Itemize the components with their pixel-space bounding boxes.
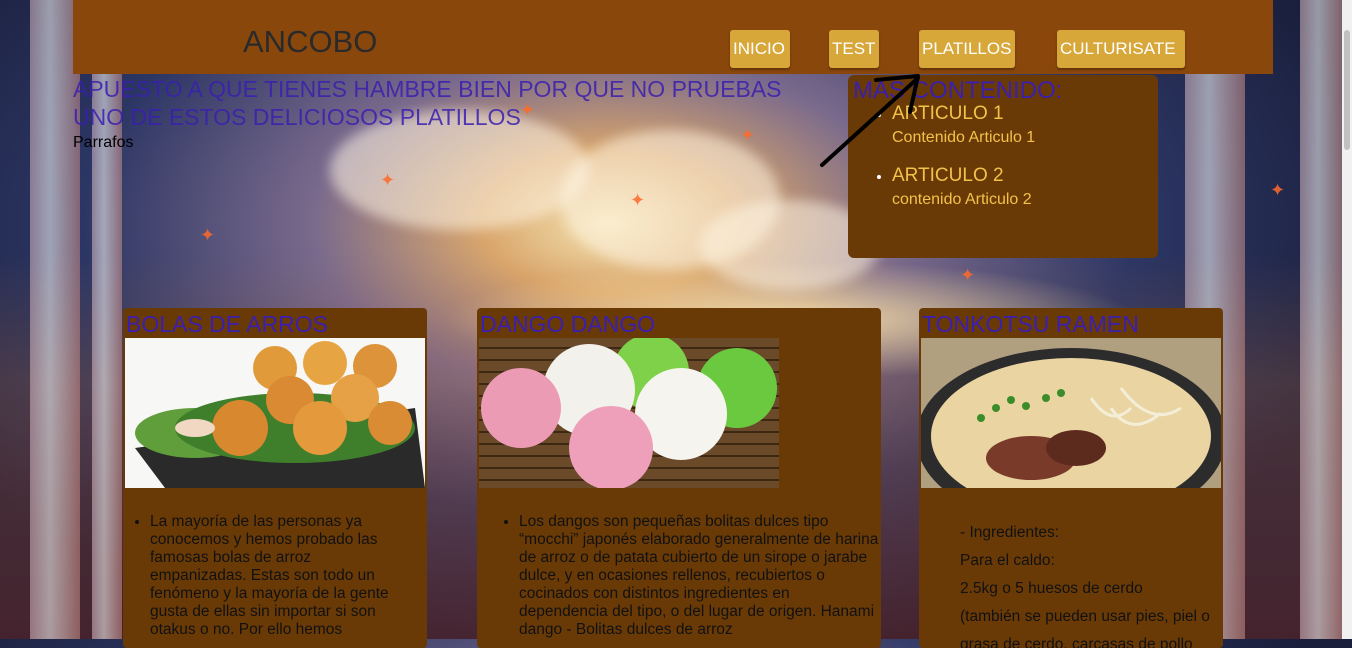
card-description: Los dangos son pequeñas bolitas dulces t… [497,513,879,639]
maple-leaf-icon: ✦ [960,265,976,285]
article-2-body: contenido Articulo 2 [892,191,1032,208]
maple-leaf-icon: ✦ [1270,180,1286,200]
list-item: La mayoría de las personas ya conocemos … [150,513,408,639]
nav-test-button[interactable]: TEST [829,30,879,68]
list-item: grasa de cerdo, carcasas de pollo [960,636,1193,648]
ingredients-heading: - Ingredientes: [960,524,1060,541]
maple-leaf-icon: ✦ [380,170,396,190]
dish-card-dango: DANGO DANGO Los dangos son pequeñas boli… [477,308,881,648]
ramen-image [921,338,1221,488]
page-subtitle: Parrafos [73,134,134,151]
card-description: - Ingredientes: Para el caldo: 2.5kg o 5… [960,519,1222,648]
nav-inicio-button[interactable]: INICIO [730,30,790,68]
dish-card-bolas: BOLAS DE ARROS La mayoría de las persona… [123,308,427,648]
maple-leaf-icon: ✦ [630,190,646,210]
list-item: 2.5kg o 5 huesos de cerdo [960,580,1143,597]
card-title: TONKOTSU RAMEN [922,311,1139,337]
card-title: BOLAS DE ARROS [126,311,328,337]
page-scrollbar[interactable] [1342,0,1352,639]
list-item: ARTICULO 2 contenido Articulo 2 [892,165,1035,209]
dish-card-ramen: TONKOTSU RAMEN - Ingredientes: Para el c… [919,308,1223,648]
list-item: (también se pueden usar pies, piel o [960,608,1210,625]
arrow-icon [820,74,920,167]
scrollbar-thumb[interactable] [1344,30,1350,150]
nav-culturisate-button[interactable]: CULTURISATE [1057,30,1185,68]
tree-trunk [1300,0,1345,639]
top-navbar: ANCOBO INICIO TEST PLATILLOS CULTURISATE [73,0,1273,74]
nav-platillos-button[interactable]: PLATILLOS [919,30,1015,68]
list-item: Para el caldo: [960,552,1055,569]
maple-leaf-icon: ✦ [200,225,216,245]
dango-image [479,338,779,488]
list-item: Los dangos son pequeñas bolitas dulces t… [519,513,879,639]
page-title: APUESTO A QUE TIENES HAMBRE BIEN POR QUE… [73,76,782,130]
card-title: DANGO DANGO [480,311,656,337]
card-description: La mayoría de las personas ya conocemos … [128,513,408,639]
fried-rice-balls-image [125,338,425,488]
site-logo[interactable]: ANCOBO [243,24,377,60]
